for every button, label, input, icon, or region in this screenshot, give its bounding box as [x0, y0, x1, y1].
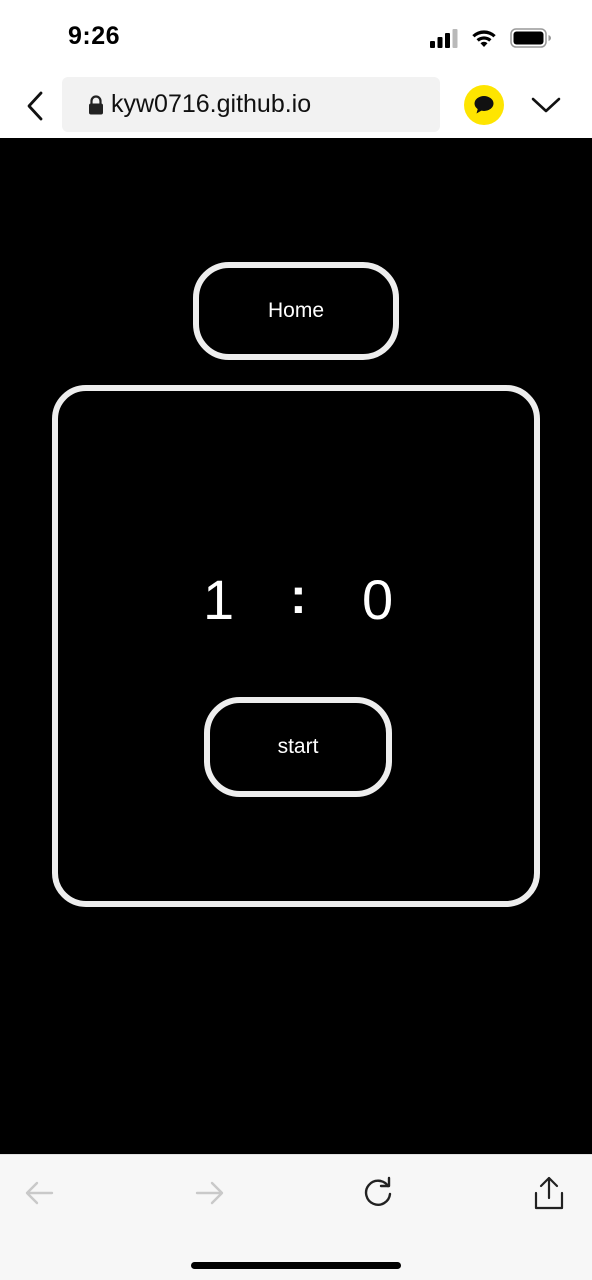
share-icon	[534, 1176, 564, 1210]
game-card: 1 : 0 start	[52, 385, 540, 907]
score-left: 1	[203, 568, 235, 631]
share-button[interactable]	[531, 1175, 567, 1211]
scoreboard: 1 : 0	[58, 567, 534, 637]
start-button[interactable]: start	[204, 697, 392, 797]
forward-arrow-icon	[195, 1181, 224, 1205]
battery-icon	[510, 28, 551, 48]
chevron-down-icon	[531, 97, 561, 113]
reload-icon	[364, 1176, 392, 1206]
web-content: Home 1 : 0 start	[0, 138, 592, 1154]
reload-button[interactable]	[360, 1175, 396, 1211]
lock-icon	[89, 94, 103, 114]
status-time: 9:26	[68, 22, 121, 50]
nav-forward-button[interactable]	[192, 1175, 228, 1211]
home-indicator[interactable]	[191, 1262, 401, 1269]
browser-back-button[interactable]	[20, 88, 50, 124]
bottom-toolbar	[0, 1154, 592, 1280]
address-bar[interactable]: kyw0716.github.io	[62, 77, 440, 132]
browser-toolbar: kyw0716.github.io	[0, 76, 592, 138]
status-icons	[430, 28, 552, 48]
status-bar: 9:26	[0, 0, 592, 76]
url-text: kyw0716.github.io	[111, 90, 312, 118]
score-right: 0	[362, 568, 394, 631]
back-chevron-icon	[27, 91, 43, 121]
expand-menu-button[interactable]	[528, 90, 564, 120]
kakaotalk-chat-icon	[474, 96, 494, 114]
wifi-icon	[472, 30, 496, 47]
kakaotalk-button[interactable]	[464, 85, 504, 125]
score-separator: :	[290, 568, 307, 624]
cellular-signal-icon	[430, 29, 458, 48]
back-arrow-icon	[25, 1181, 54, 1205]
home-button[interactable]: Home	[193, 262, 399, 360]
nav-back-button[interactable]	[21, 1175, 57, 1211]
